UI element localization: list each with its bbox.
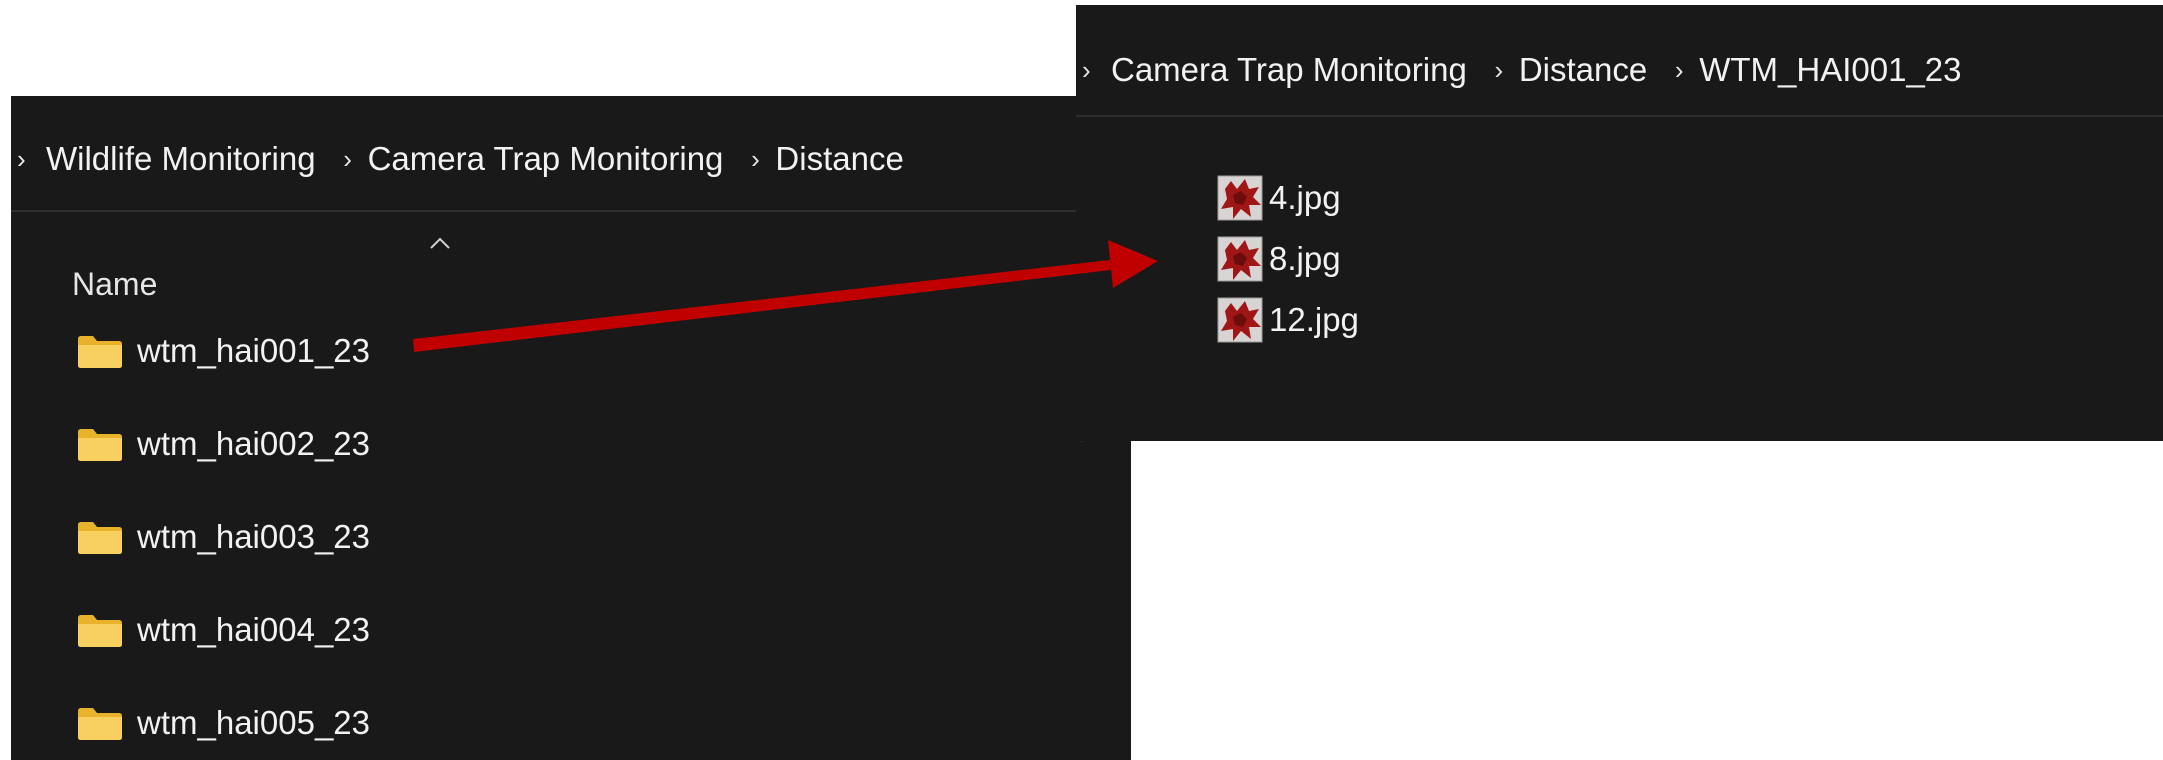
image-file-icon [1217,297,1263,343]
file-row[interactable]: 12.jpg [1217,295,1359,345]
folder-name: wtm_hai002_23 [137,425,370,462]
breadcrumb-item-wildlife-monitoring[interactable]: Wildlife Monitoring [43,140,331,178]
left-explorer-window: › Wildlife Monitoring › Camera Trap Moni… [11,96,1131,760]
breadcrumb-item-distance[interactable]: Distance [772,140,918,178]
column-header-name[interactable]: Name [72,266,157,303]
file-name: 8.jpg [1269,240,1341,277]
breadcrumb-divider [11,210,1131,212]
folder-icon [78,522,122,554]
breadcrumb: › Camera Trap Monitoring › Distance › WT… [1076,45,2163,95]
file-row[interactable]: 4.jpg [1217,173,1341,223]
folder-name: wtm_hai001_23 [137,332,370,369]
folder-icon [78,615,122,647]
chevron-right-icon[interactable]: › [331,144,365,175]
folder-row[interactable]: wtm_hai003_23 [77,512,370,562]
right-explorer-window: › Camera Trap Monitoring › Distance › WT… [1076,5,2163,441]
breadcrumb: › Wildlife Monitoring › Camera Trap Moni… [11,134,1131,184]
breadcrumb-divider [1076,115,2163,117]
chevron-right-icon[interactable]: › [1482,55,1516,86]
file-name: 4.jpg [1269,179,1341,216]
sort-ascending-caret-icon[interactable] [429,236,451,250]
breadcrumb-item-wtm-hai001-23[interactable]: WTM_HAI001_23 [1696,51,1976,89]
breadcrumb-item-camera-trap-monitoring[interactable]: Camera Trap Monitoring [1108,51,1482,89]
chevron-right-icon[interactable]: › [1076,55,1108,86]
file-name: 12.jpg [1269,301,1359,338]
folder-icon [78,708,122,740]
chevron-right-icon[interactable]: › [1662,55,1696,86]
breadcrumb-item-distance[interactable]: Distance [1516,51,1662,89]
folder-icon [78,336,122,368]
image-file-icon [1217,175,1263,221]
chevron-right-icon[interactable]: › [11,144,43,175]
folder-icon [78,429,122,461]
image-file-icon [1217,236,1263,282]
file-row[interactable]: 8.jpg [1217,234,1341,284]
breadcrumb-item-camera-trap-monitoring[interactable]: Camera Trap Monitoring [365,140,739,178]
folder-row[interactable]: wtm_hai001_23 [77,326,370,376]
folder-name: wtm_hai005_23 [137,704,370,741]
folder-row[interactable]: wtm_hai004_23 [77,605,370,655]
folder-name: wtm_hai003_23 [137,518,370,555]
folder-name: wtm_hai004_23 [137,611,370,648]
folder-row[interactable]: wtm_hai005_23 [77,698,370,748]
chevron-right-icon[interactable]: › [738,144,772,175]
folder-row[interactable]: wtm_hai002_23 [77,419,370,469]
